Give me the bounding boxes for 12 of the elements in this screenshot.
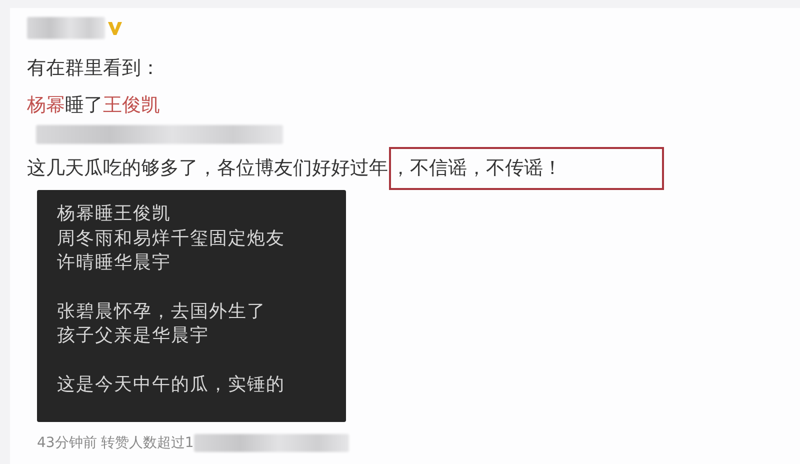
post-text: 有在群里看到：: [27, 56, 161, 80]
highlight-frame: ，不信谣，不传谣！: [389, 147, 664, 190]
comment-text: 这几天瓜吃的够多了，各位博友们好好过年: [27, 157, 388, 179]
screenshot-text: 孩子父亲是华晨宇: [57, 324, 210, 348]
post-time: 43分钟前: [37, 434, 97, 452]
repost-stats: 转赞人数超过1: [100, 434, 194, 452]
screenshot-text: 张碧晨怀孕，去国外生了: [57, 300, 267, 324]
screenshot-text: 杨幂睡王俊凯: [57, 202, 172, 226]
screenshot-text: 周冬雨和易烊千玺固定炮友: [57, 226, 286, 250]
post-headline: 杨幂睡了王俊凯: [27, 93, 161, 117]
screenshot-text: 许晴睡华晨宇: [57, 251, 172, 275]
screenshot-text: 这是今天中午的瓜，实锤的: [57, 372, 286, 396]
